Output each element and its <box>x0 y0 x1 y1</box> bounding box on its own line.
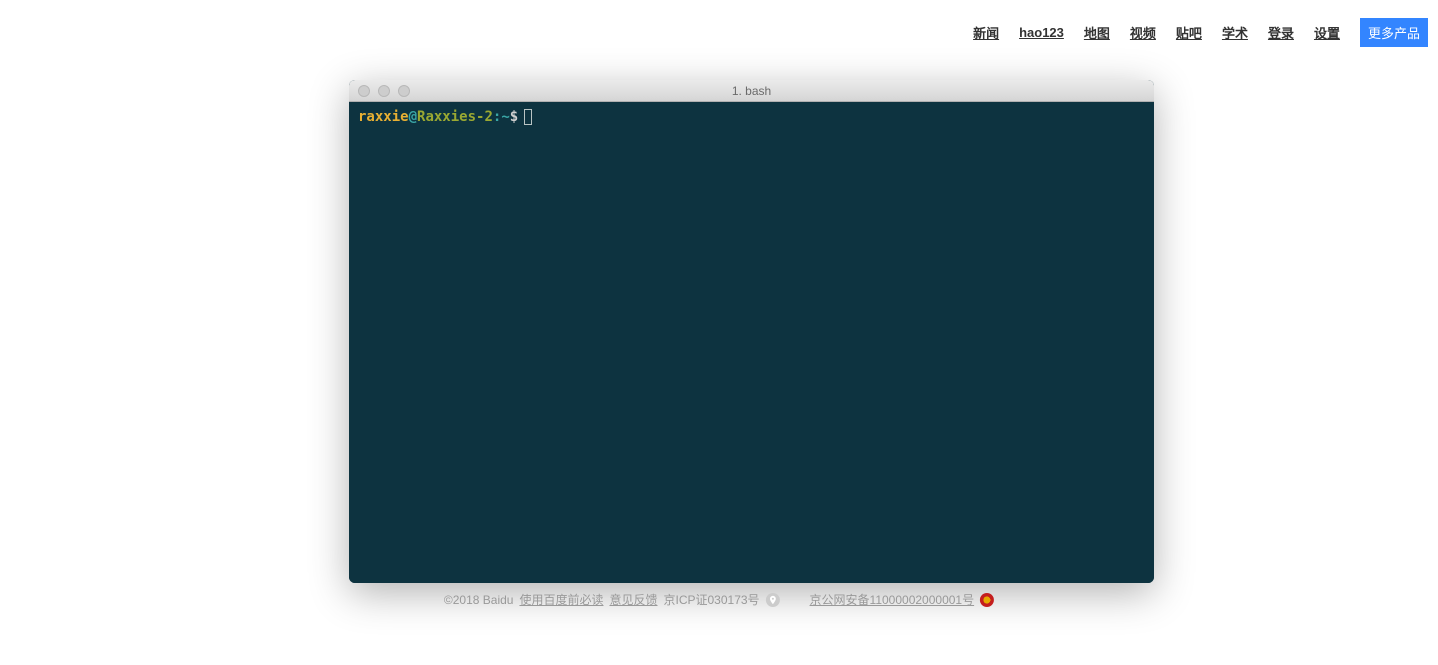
footer-link-read-before[interactable]: 使用百度前必读 <box>519 591 603 608</box>
terminal-window: 1. bash raxxie@Raxxies-2:~$ <box>349 80 1154 583</box>
more-products-button[interactable]: 更多产品 <box>1360 18 1428 47</box>
nav-link-map[interactable]: 地图 <box>1084 23 1110 42</box>
terminal-body[interactable]: raxxie@Raxxies-2:~$ <box>349 102 1154 583</box>
nav-link-academic[interactable]: 学术 <box>1222 23 1248 42</box>
nav-link-tieba[interactable]: 贴吧 <box>1176 23 1202 42</box>
prompt-at: @ <box>409 108 417 126</box>
prompt-host: Raxxies-2 <box>417 108 493 126</box>
cursor-icon <box>524 109 532 125</box>
footer: ©2018 Baidu 使用百度前必读 意见反馈 京ICP证030173号 京公… <box>444 591 994 608</box>
nav-link-news[interactable]: 新闻 <box>973 23 999 42</box>
maximize-window-button[interactable] <box>398 85 410 97</box>
footer-icp: 京ICP证030173号 <box>663 591 759 608</box>
prompt-colon: : <box>493 108 501 126</box>
prompt-path: ~ <box>501 108 509 126</box>
close-window-button[interactable] <box>358 85 370 97</box>
nav-link-login[interactable]: 登录 <box>1268 23 1294 42</box>
police-badge-icon <box>980 593 994 607</box>
location-icon <box>766 593 780 607</box>
nav-link-hao123[interactable]: hao123 <box>1019 25 1064 40</box>
minimize-window-button[interactable] <box>378 85 390 97</box>
footer-copyright: ©2018 Baidu <box>444 593 514 607</box>
top-navigation: 新闻 hao123 地图 视频 贴吧 学术 登录 设置 更多产品 <box>973 18 1428 47</box>
window-controls <box>349 85 410 97</box>
prompt-user: raxxie <box>358 108 409 126</box>
terminal-title: 1. bash <box>732 84 771 98</box>
footer-link-feedback[interactable]: 意见反馈 <box>609 591 657 608</box>
terminal-titlebar[interactable]: 1. bash <box>349 80 1154 102</box>
prompt-line: raxxie@Raxxies-2:~$ <box>358 108 1145 126</box>
nav-link-video[interactable]: 视频 <box>1130 23 1156 42</box>
footer-link-police[interactable]: 京公网安备11000002000001号 <box>810 591 975 608</box>
prompt-dollar: $ <box>510 108 518 126</box>
nav-link-settings[interactable]: 设置 <box>1314 23 1340 42</box>
